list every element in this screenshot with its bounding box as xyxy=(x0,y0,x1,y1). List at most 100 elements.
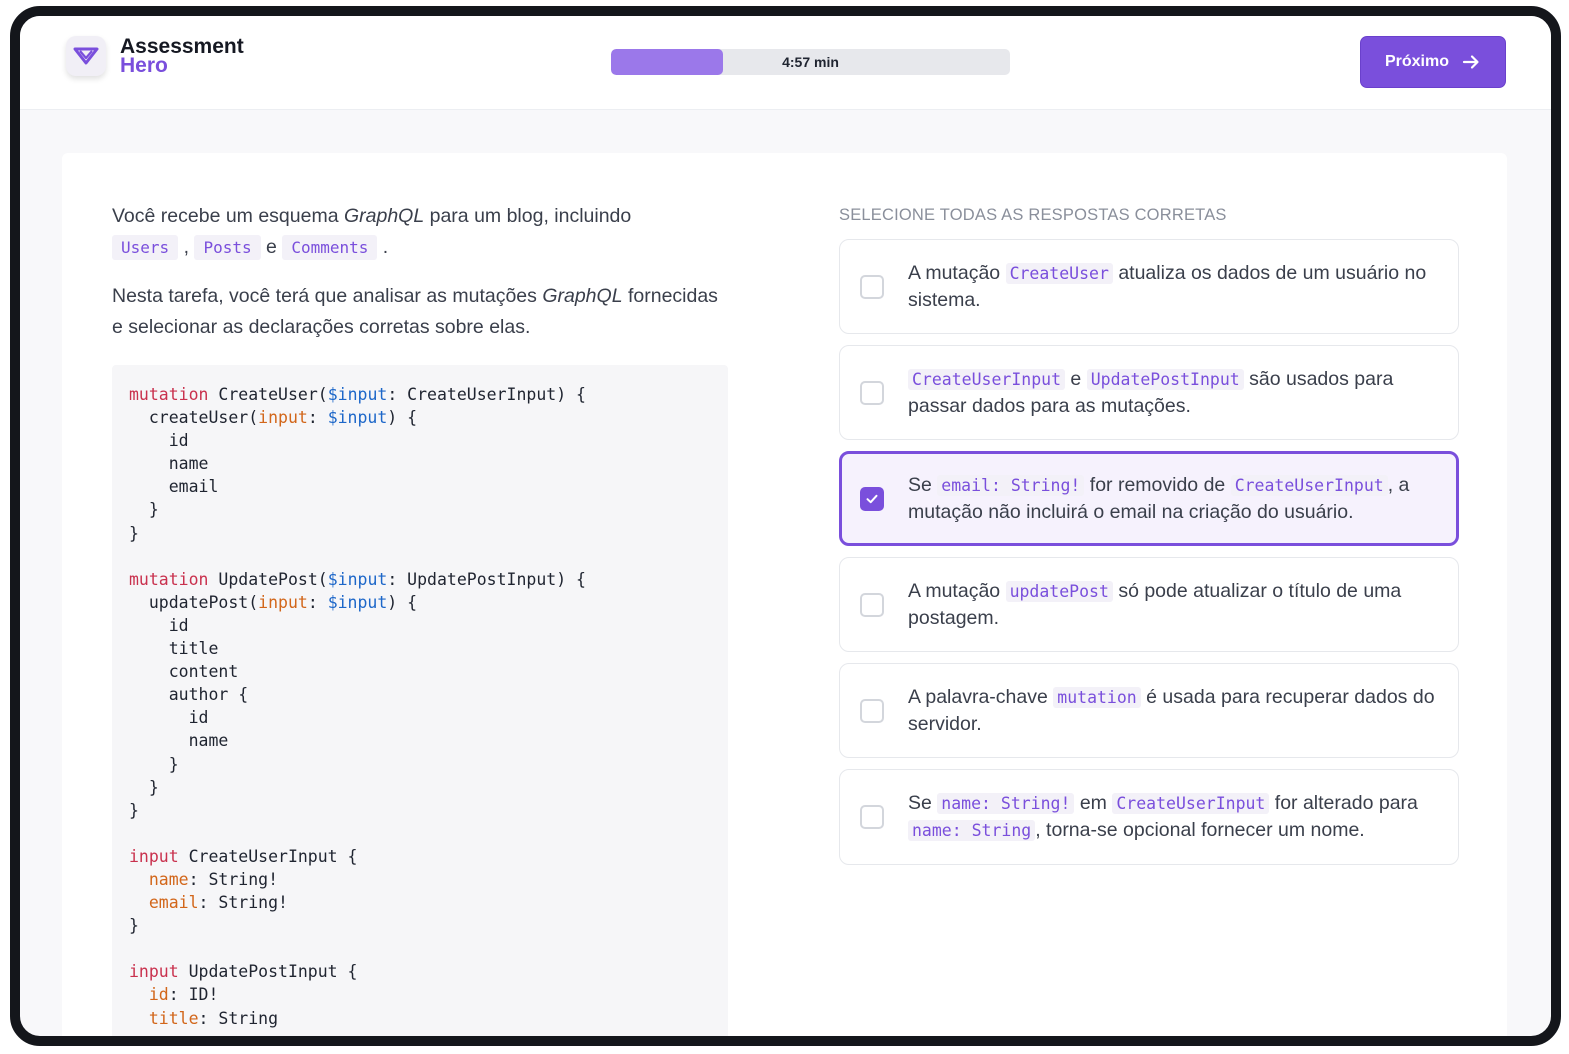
inline-code: UpdatePostInput xyxy=(1086,369,1244,390)
code-line: mutation CreateUser($input: CreateUserIn… xyxy=(129,383,711,406)
question-panel: Você recebe um esquema GraphQL para um b… xyxy=(112,201,728,1036)
option-text: A mutação xyxy=(908,580,1006,602)
answer-option-text: A palavra-chave mutation é usada para re… xyxy=(908,686,1435,735)
code-line: name: String! xyxy=(129,868,711,891)
code-token: ) { xyxy=(387,408,418,428)
timer-label: 4:57 min xyxy=(782,54,839,70)
question-card: Você recebe um esquema GraphQL para um b… xyxy=(62,153,1507,1036)
intro-emphasis: GraphQL xyxy=(343,205,425,227)
code-token: : xyxy=(307,592,328,612)
answer-option-text: CreateUserInput e UpdatePostInput são us… xyxy=(908,368,1393,417)
answer-option-text: Se name: String! em CreateUserInput for … xyxy=(908,792,1418,841)
checkbox-icon[interactable] xyxy=(860,380,884,405)
inline-code: updatePost xyxy=(1005,581,1113,602)
answer-option[interactable]: CreateUserInput e UpdatePostInput são us… xyxy=(839,345,1459,440)
code-token: } xyxy=(129,754,179,774)
inline-code-posts: Posts xyxy=(194,235,261,260)
answer-option[interactable]: A palavra-chave mutation é usada para re… xyxy=(839,663,1459,758)
code-line: } xyxy=(129,776,711,799)
option-text: Se xyxy=(908,474,938,496)
code-token: } xyxy=(129,777,159,797)
code-line: } xyxy=(129,498,711,521)
code-line: id: ID! xyxy=(129,983,711,1006)
checkbox-checked-icon[interactable] xyxy=(860,486,884,511)
code-token: : xyxy=(307,408,328,428)
code-token: input xyxy=(129,846,179,866)
intro-text: e xyxy=(266,236,277,258)
code-token: id xyxy=(129,615,189,635)
code-token: input xyxy=(258,408,308,428)
answer-option-text: Se email: String! for removido de Create… xyxy=(908,474,1409,523)
inline-code: CreateUser xyxy=(1005,263,1113,284)
code-token: author { xyxy=(129,685,249,705)
code-token: mutation xyxy=(129,569,209,589)
question-task: Nesta tarefa, você terá que analisar as … xyxy=(112,281,728,343)
intro-text: para um blog, incluindo xyxy=(424,205,632,227)
next-button[interactable]: Próximo xyxy=(1360,36,1506,88)
code-token: input xyxy=(129,962,179,982)
answer-option-text: A mutação updatePost só pode atualizar o… xyxy=(908,580,1401,629)
timer-progress-bar: 4:57 min xyxy=(611,49,1010,75)
inline-code: mutation xyxy=(1053,687,1141,708)
code-token: CreateUserInput { xyxy=(178,846,358,866)
inline-code: CreateUserInput xyxy=(1230,475,1388,496)
code-line: id xyxy=(129,706,711,729)
code-line: title: String xyxy=(129,1007,711,1030)
option-text: for removido de xyxy=(1084,474,1231,496)
code-token: name xyxy=(129,731,229,751)
option-text: for alterado para xyxy=(1269,792,1418,814)
code-token: : String! xyxy=(188,869,279,889)
checkbox-icon[interactable] xyxy=(860,592,884,617)
answers-instruction: SELECIONE TODAS AS RESPOSTAS CORRETAS xyxy=(839,206,1227,224)
code-token: title xyxy=(129,639,219,659)
code-token: id xyxy=(129,431,189,451)
code-line: input UpdatePostInput { xyxy=(129,960,711,983)
code-token: CreateUser( xyxy=(208,385,328,404)
question-intro: Você recebe um esquema GraphQL para um b… xyxy=(112,201,728,263)
code-token: updatePost( xyxy=(129,592,259,612)
code-token: name xyxy=(148,869,189,889)
code-token: $input xyxy=(327,569,388,589)
code-token: email xyxy=(148,893,199,913)
answer-option[interactable]: Se email: String! for removido de Create… xyxy=(839,451,1459,546)
option-text: e xyxy=(1065,368,1087,390)
code-token: } xyxy=(129,523,139,543)
inline-code: email: String! xyxy=(937,475,1085,496)
code-line: email: String! xyxy=(129,891,711,914)
logo-text-line2: Hero xyxy=(120,54,168,77)
option-text: em xyxy=(1074,792,1113,814)
answer-option[interactable]: A mutação CreateUser atualiza os dados d… xyxy=(839,239,1459,334)
answer-option[interactable]: A mutação updatePost só pode atualizar o… xyxy=(839,557,1459,652)
option-text: A mutação xyxy=(908,262,1006,284)
code-line: input CreateUserInput { xyxy=(129,845,711,868)
next-button-label: Próximo xyxy=(1384,53,1449,70)
code-line: email xyxy=(129,475,711,498)
code-line: createUser(input: $input) { xyxy=(129,406,711,429)
code-line: id xyxy=(129,429,711,452)
checkbox-icon[interactable] xyxy=(860,805,884,829)
code-line: mutation UpdatePost($input: UpdatePostIn… xyxy=(129,568,711,591)
answer-option[interactable]: Se name: String! em CreateUserInput for … xyxy=(839,769,1459,865)
code-line: title xyxy=(129,637,711,660)
option-text: Se xyxy=(908,792,938,814)
code-token: $input xyxy=(327,385,388,404)
option-text: A palavra-chave xyxy=(908,686,1054,708)
checkbox-icon[interactable] xyxy=(860,698,884,723)
checkbox-icon[interactable] xyxy=(860,274,884,299)
code-token: ) { xyxy=(387,592,418,612)
code-token: mutation xyxy=(129,385,209,404)
answers-panel: SELECIONE TODAS AS RESPOSTAS CORRETAS A … xyxy=(839,206,1459,876)
inline-code: CreateUserInput xyxy=(908,369,1066,390)
code-block: mutation CreateUser($input: CreateUserIn… xyxy=(112,365,728,1036)
intro-text: . xyxy=(382,236,389,258)
code-token: } xyxy=(129,916,139,936)
code-token: $input xyxy=(327,592,388,612)
intro-text: , xyxy=(183,236,190,258)
code-token: content xyxy=(129,662,239,682)
logo[interactable]: Assessment Hero xyxy=(66,36,244,76)
logo-wordmark: Assessment Hero xyxy=(120,36,244,77)
